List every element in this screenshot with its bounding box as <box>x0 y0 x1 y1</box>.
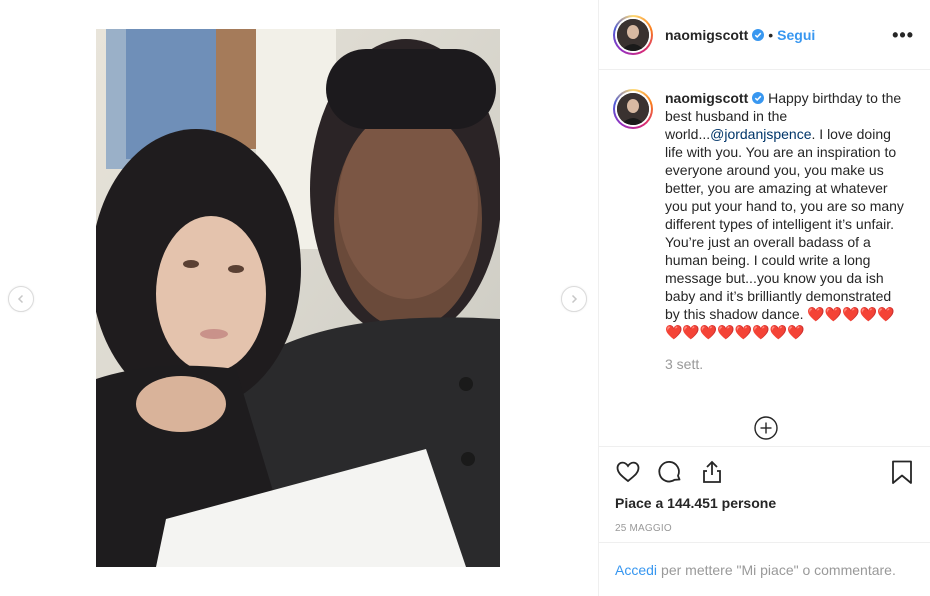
post-header: naomigscott • Segui ••• <box>599 0 930 70</box>
post-modal: naomigscott • Segui ••• naomigscott Happ… <box>0 0 930 596</box>
post-photo[interactable] <box>96 29 500 567</box>
login-link[interactable]: Accedi <box>615 562 657 578</box>
login-prompt: Accedi per mettere "Mi piace" o commenta… <box>599 542 930 596</box>
share-icon[interactable] <box>699 459 725 485</box>
caption: naomigscott Happy birthday to the best h… <box>613 89 918 373</box>
avatar[interactable] <box>613 14 653 55</box>
chevron-left-icon <box>17 294 24 304</box>
likes-count[interactable]: Piace a 144.451 persone <box>599 495 930 511</box>
header-username[interactable]: naomigscott <box>665 27 748 43</box>
mention-link[interactable]: @jordanjspence <box>710 126 811 142</box>
verified-badge-icon <box>752 28 765 41</box>
comment-icon[interactable] <box>657 459 683 485</box>
caption-section: naomigscott Happy birthday to the best h… <box>599 71 930 446</box>
chevron-right-icon <box>571 294 578 304</box>
follow-button[interactable]: Segui <box>777 27 815 43</box>
media-panel <box>0 0 598 596</box>
carousel-next-button[interactable] <box>561 286 587 312</box>
separator-dot: • <box>768 26 774 43</box>
bookmark-icon[interactable] <box>889 459 915 485</box>
carousel-prev-button[interactable] <box>8 286 34 312</box>
heart-icon[interactable] <box>615 459 641 485</box>
caption-username[interactable]: naomigscott <box>665 90 748 106</box>
action-icons <box>599 447 930 497</box>
post-date: 25 MAGGIO <box>615 523 672 534</box>
caption-avatar[interactable] <box>613 89 653 129</box>
caption-avatar-frame <box>615 91 651 127</box>
caption-timestamp[interactable]: 3 sett. <box>665 355 905 373</box>
verified-badge-icon <box>752 92 765 104</box>
avatar-frame <box>615 16 651 53</box>
plus-circle-icon[interactable] <box>754 416 778 440</box>
caption-avatar-image <box>617 93 649 125</box>
caption-body-end: . I love doing life with you. You are an… <box>665 126 904 340</box>
caption-text: naomigscott Happy birthday to the best h… <box>665 89 905 373</box>
actions-section: Piace a 144.451 persone 25 MAGGIO <box>599 446 930 534</box>
login-prompt-text: per mettere "Mi piace" o commentare. <box>661 561 896 578</box>
avatar-image <box>617 18 649 51</box>
more-options-icon[interactable]: ••• <box>892 26 914 44</box>
post-sidebar: naomigscott • Segui ••• naomigscott Happ… <box>598 0 930 596</box>
